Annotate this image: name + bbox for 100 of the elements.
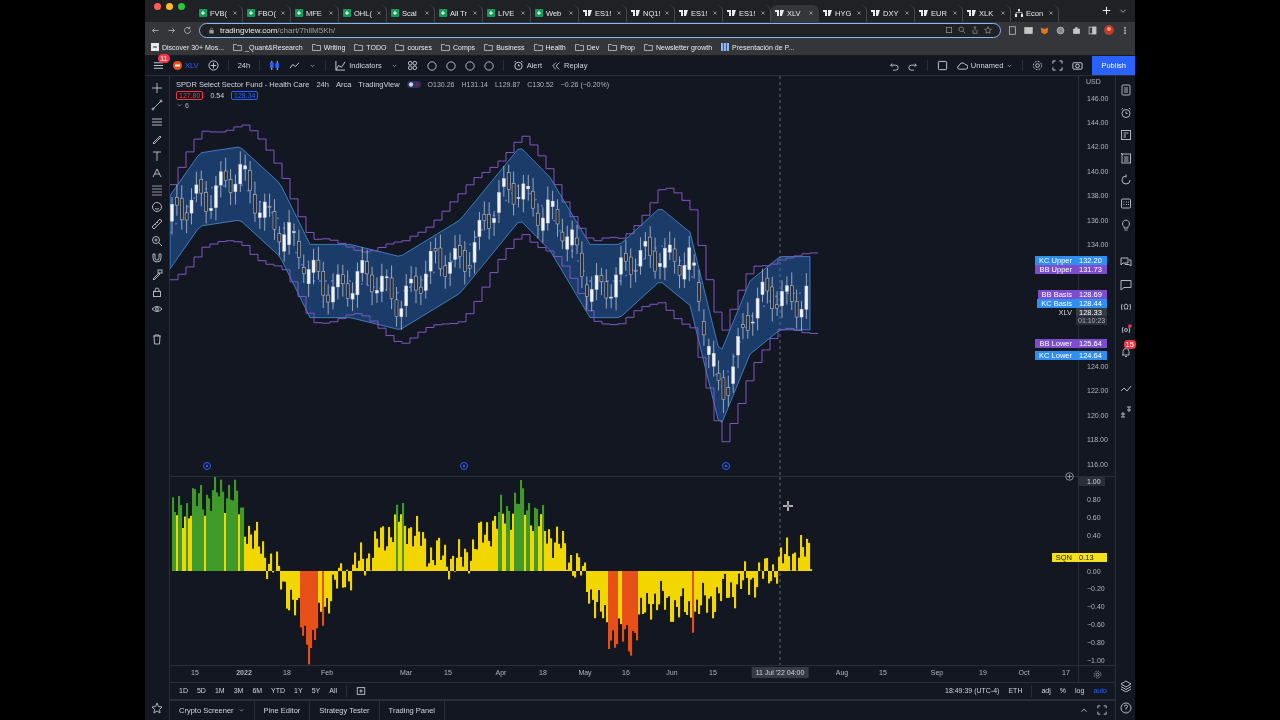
close-icon[interactable] [472,10,478,17]
alarm-clock-icon[interactable] [1119,106,1132,119]
close-icon[interactable] [760,10,766,17]
install-icon[interactable] [945,26,953,35]
close-icon[interactable] [712,10,718,17]
chevron-down-icon[interactable] [1119,6,1127,15]
fullscreen-icon[interactable] [1052,60,1064,71]
menu-icon[interactable] [153,60,164,71]
close-icon[interactable] [1048,10,1054,17]
trend-line-icon[interactable] [151,99,163,111]
close-icon[interactable] [328,10,334,17]
caret-icon[interactable] [390,62,398,69]
share-icon[interactable] [971,26,979,35]
address-field[interactable]: tradingview.com/chart/7hllM5Kh/ [199,22,1001,38]
close-icon[interactable] [904,10,910,17]
message-icon[interactable] [1119,278,1132,291]
site-icon [583,10,592,17]
crosshair-icon[interactable] [151,82,163,94]
close-icon[interactable] [520,10,526,17]
stacked-lines-icon[interactable] [151,184,163,196]
settings-icon[interactable] [1032,60,1044,71]
reload-icon[interactable] [183,25,192,35]
back-icon[interactable] [151,25,160,35]
folder-icon [608,43,618,51]
star-icon[interactable] [151,702,163,714]
zoom-icon[interactable] [958,26,966,35]
circle-icon[interactable] [464,60,475,71]
magnet-icon[interactable] [151,252,163,264]
spreadsheet-icon [295,9,303,18]
close-icon[interactable] [616,10,622,17]
redo-icon[interactable] [907,60,918,71]
extension-icon[interactable] [1024,25,1033,35]
eye-icon[interactable] [151,303,163,315]
close-icon[interactable] [1000,10,1006,17]
globe-icon[interactable] [1056,25,1065,35]
templates-icon[interactable] [406,60,418,71]
trash-icon[interactable] [151,333,163,345]
news-icon[interactable] [1119,129,1132,141]
star-icon[interactable] [984,26,992,35]
notes-icon[interactable] [1119,151,1132,164]
text-icon[interactable] [151,150,163,162]
layers-icon[interactable] [1119,679,1132,692]
more-icon[interactable] [1121,25,1129,35]
grid-icon[interactable] [1119,405,1132,418]
brush-icon[interactable] [151,133,163,145]
ruler-icon[interactable] [151,218,163,230]
fox-icon[interactable] [1040,25,1049,35]
event-marker-icon[interactable] [460,462,468,470]
close-icon[interactable] [664,10,670,17]
lightbulb-icon[interactable] [1119,219,1132,231]
line-chart-icon[interactable] [289,60,301,71]
close-icon[interactable] [568,10,574,17]
zoom-window-button[interactable] [178,3,185,11]
smiley-icon[interactable] [151,201,163,213]
puzzle-icon[interactable] [1072,25,1081,35]
broadcast-icon[interactable] [1119,323,1132,336]
refresh-icon[interactable] [1119,174,1132,186]
document-icon [721,43,730,52]
square-icon[interactable] [936,60,948,71]
close-window-button[interactable] [154,3,161,11]
close-icon[interactable] [808,10,814,17]
zoom-in-icon[interactable] [151,235,163,247]
minimize-window-button[interactable] [166,3,173,11]
go-to-date-icon[interactable] [356,685,366,696]
settings-icon[interactable] [1092,669,1102,679]
circle-icon[interactable] [483,60,494,71]
spreadsheet-icon [439,9,447,18]
undo-icon[interactable] [888,60,899,71]
close-icon[interactable] [232,10,238,17]
close-icon[interactable] [856,10,862,17]
calendar-icon[interactable] [1119,196,1132,209]
event-marker-icon[interactable] [722,462,730,470]
help-icon[interactable] [1119,702,1132,714]
close-icon[interactable] [424,10,430,17]
forward-icon[interactable] [167,25,176,35]
horizontal-lines-icon[interactable] [151,116,163,128]
caret-icon[interactable] [309,62,317,69]
sidebar-icon[interactable] [1088,25,1097,35]
profile-avatar[interactable] [1104,25,1114,36]
add-pane-icon[interactable] [1065,472,1074,481]
circle-icon[interactable] [426,60,437,71]
list-icon[interactable] [1119,84,1132,96]
bell-icon[interactable] [1119,346,1132,358]
event-marker-icon[interactable] [203,462,211,470]
reader-icon[interactable] [1008,25,1017,35]
camera-icon[interactable] [1072,60,1084,71]
bulb-signal-icon[interactable] [1119,301,1132,313]
new-tab-icon[interactable] [1102,6,1111,16]
lock-icon[interactable] [151,286,163,298]
site-icon [967,10,976,17]
status-icon[interactable] [406,81,421,88]
pencil-lock-icon[interactable] [151,269,163,281]
candles-icon[interactable] [269,60,281,71]
close-icon[interactable] [280,10,286,17]
circle-icon[interactable] [445,60,456,71]
chat-icon[interactable] [1119,256,1132,268]
maximize-icon[interactable] [1097,705,1107,716]
close-icon[interactable] [952,10,958,17]
close-icon[interactable] [376,10,382,17]
add-symbol-icon[interactable] [207,60,219,71]
